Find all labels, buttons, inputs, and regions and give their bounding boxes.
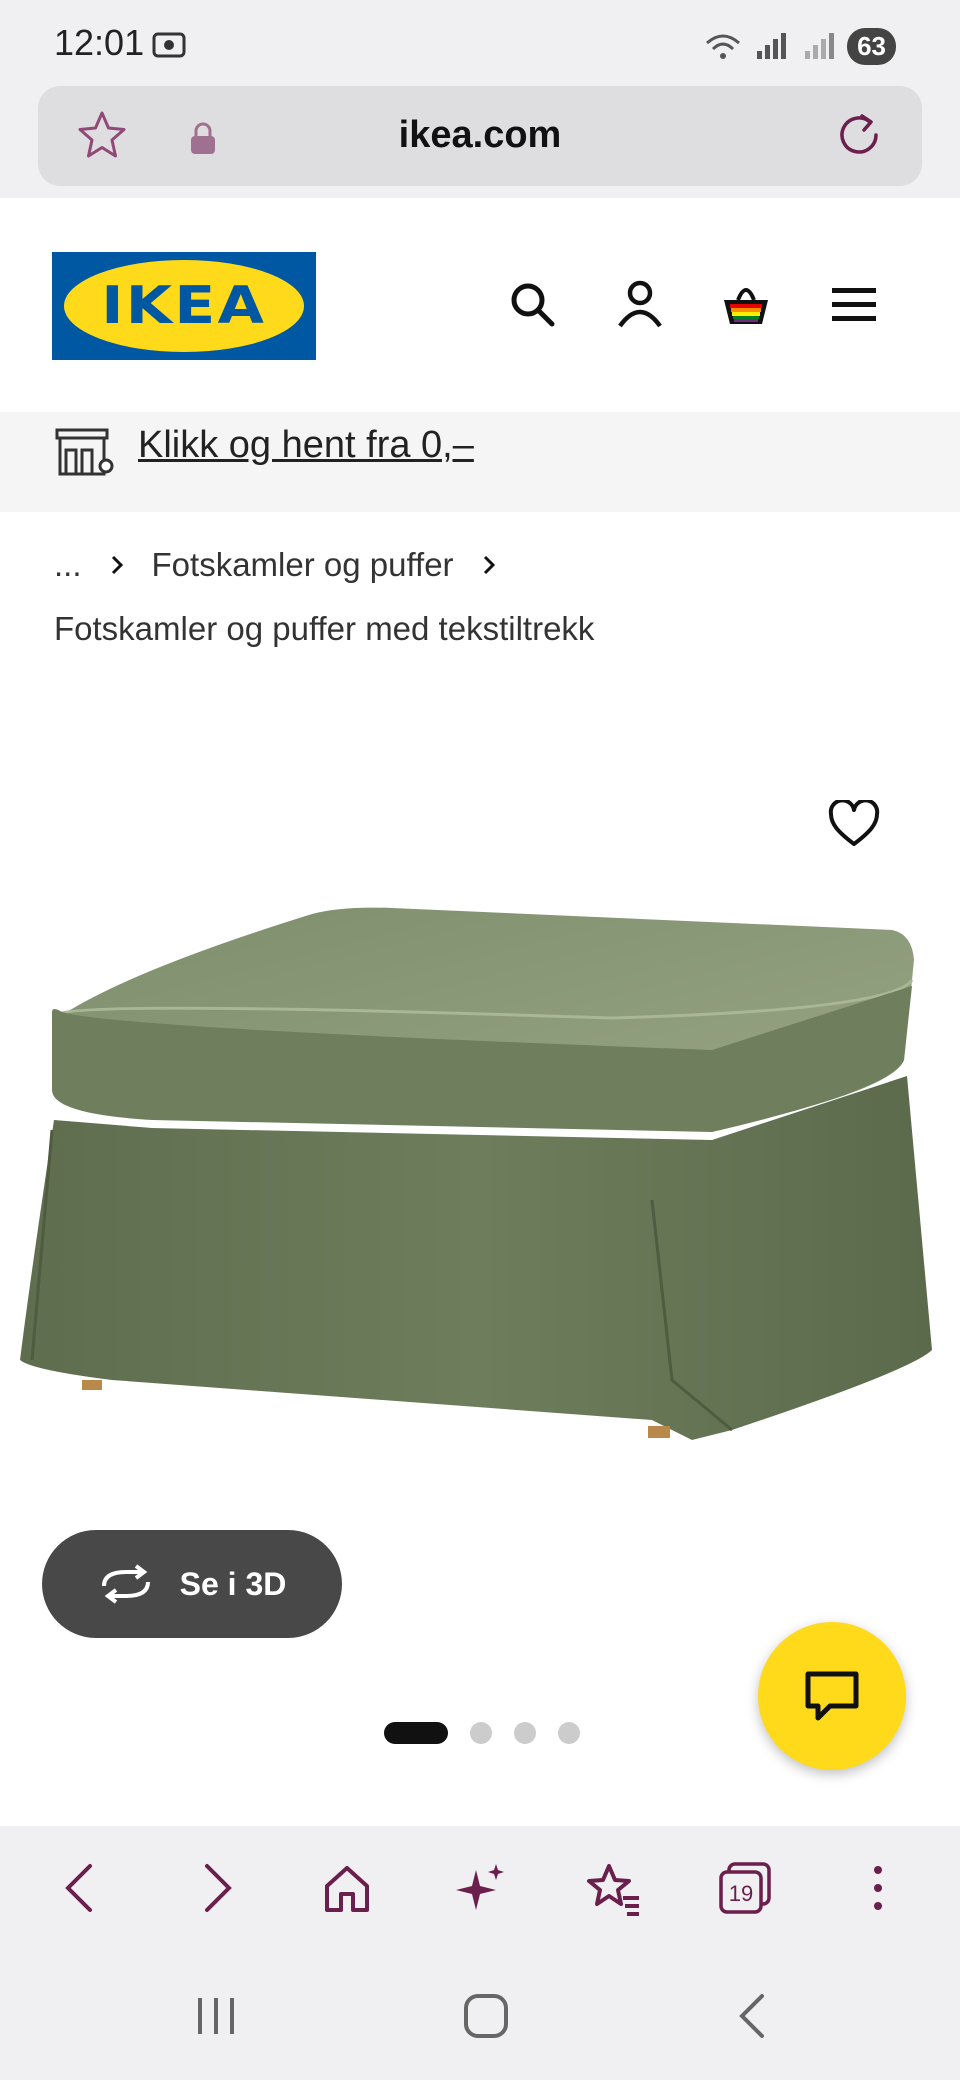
url-text: ikea.com [398,114,562,156]
click-and-collect-banner[interactable]: Klikk og hent fra 0,– [0,412,960,512]
logo-oval: IKEA [64,260,304,352]
status-time: 12:01 [54,22,145,63]
signal-icon [757,33,787,59]
bookmark-list-icon [586,1864,639,1916]
heart-icon[interactable] [828,800,880,848]
status-icons: 63 [703,26,896,66]
breadcrumb-category[interactable]: Fotskamler og puffer [152,546,454,584]
home-button[interactable] [307,1848,387,1928]
breadcrumb: ... Fotskamler og puffer [54,546,496,584]
pagination-dot[interactable] [470,1722,492,1744]
store-icon [55,428,114,476]
bookmarks-button[interactable] [573,1848,653,1928]
home-icon [325,1866,370,1912]
chevron-left-icon [65,1864,93,1912]
screenshot-icon [152,32,186,58]
wifi-icon [706,34,741,59]
product-image-footstool[interactable] [12,900,952,1500]
pagination-dot[interactable] [514,1722,536,1744]
tabs-button[interactable]: 19 [705,1848,785,1928]
breadcrumb-subcategory[interactable]: Fotskamler og puffer med tekstiltrekk [54,610,594,648]
more-menu-button[interactable] [838,1848,918,1928]
tabs-icon: 19 [719,1862,771,1914]
menu-icon[interactable] [828,278,880,330]
view-in-3d-button[interactable]: Se i 3D [42,1530,342,1638]
view-in-3d-label: Se i 3D [179,1565,287,1602]
address-bar[interactable]: ikea.com [38,86,922,186]
recent-apps-icon[interactable] [186,1986,246,2046]
image-pagination [384,1722,580,1744]
ikea-logo[interactable]: IKEA [52,252,316,360]
ai-assistant-button[interactable] [440,1848,520,1928]
site-header: IKEA [0,198,960,412]
logo-text: IKEA [101,276,267,336]
pagination-dot-active[interactable] [384,1722,448,1744]
back-nav-icon[interactable] [724,1986,784,2046]
chat-icon [805,1671,859,1721]
click-and-collect-link[interactable]: Klikk og hent fra 0,– [138,424,474,467]
chat-button[interactable] [758,1622,906,1770]
browser-toolbar: 19 [0,1826,960,1950]
account-icon[interactable] [614,278,666,330]
more-vertical-icon [873,1866,882,1910]
shopping-bag-icon[interactable] [720,278,772,330]
status-bar: 12:01 63 [0,0,960,84]
chevron-right-icon [204,1864,232,1912]
breadcrumb-ellipsis[interactable]: ... [54,546,82,584]
back-button[interactable] [42,1848,122,1928]
rotate-3d-icon [101,1564,150,1604]
chevron-right-icon [111,555,123,575]
chevron-right-icon [483,555,495,575]
sparkle-icon [455,1864,504,1910]
search-icon[interactable] [506,278,558,330]
reload-icon[interactable] [832,108,886,162]
svg-text:19: 19 [729,1881,753,1906]
pagination-dot[interactable] [558,1722,580,1744]
home-nav-icon[interactable] [456,1986,516,2046]
forward-button[interactable] [175,1848,255,1928]
battery-indicator: 63 [847,27,896,65]
system-navigation-bar [0,1950,960,2080]
signal-icon-2 [805,33,835,59]
